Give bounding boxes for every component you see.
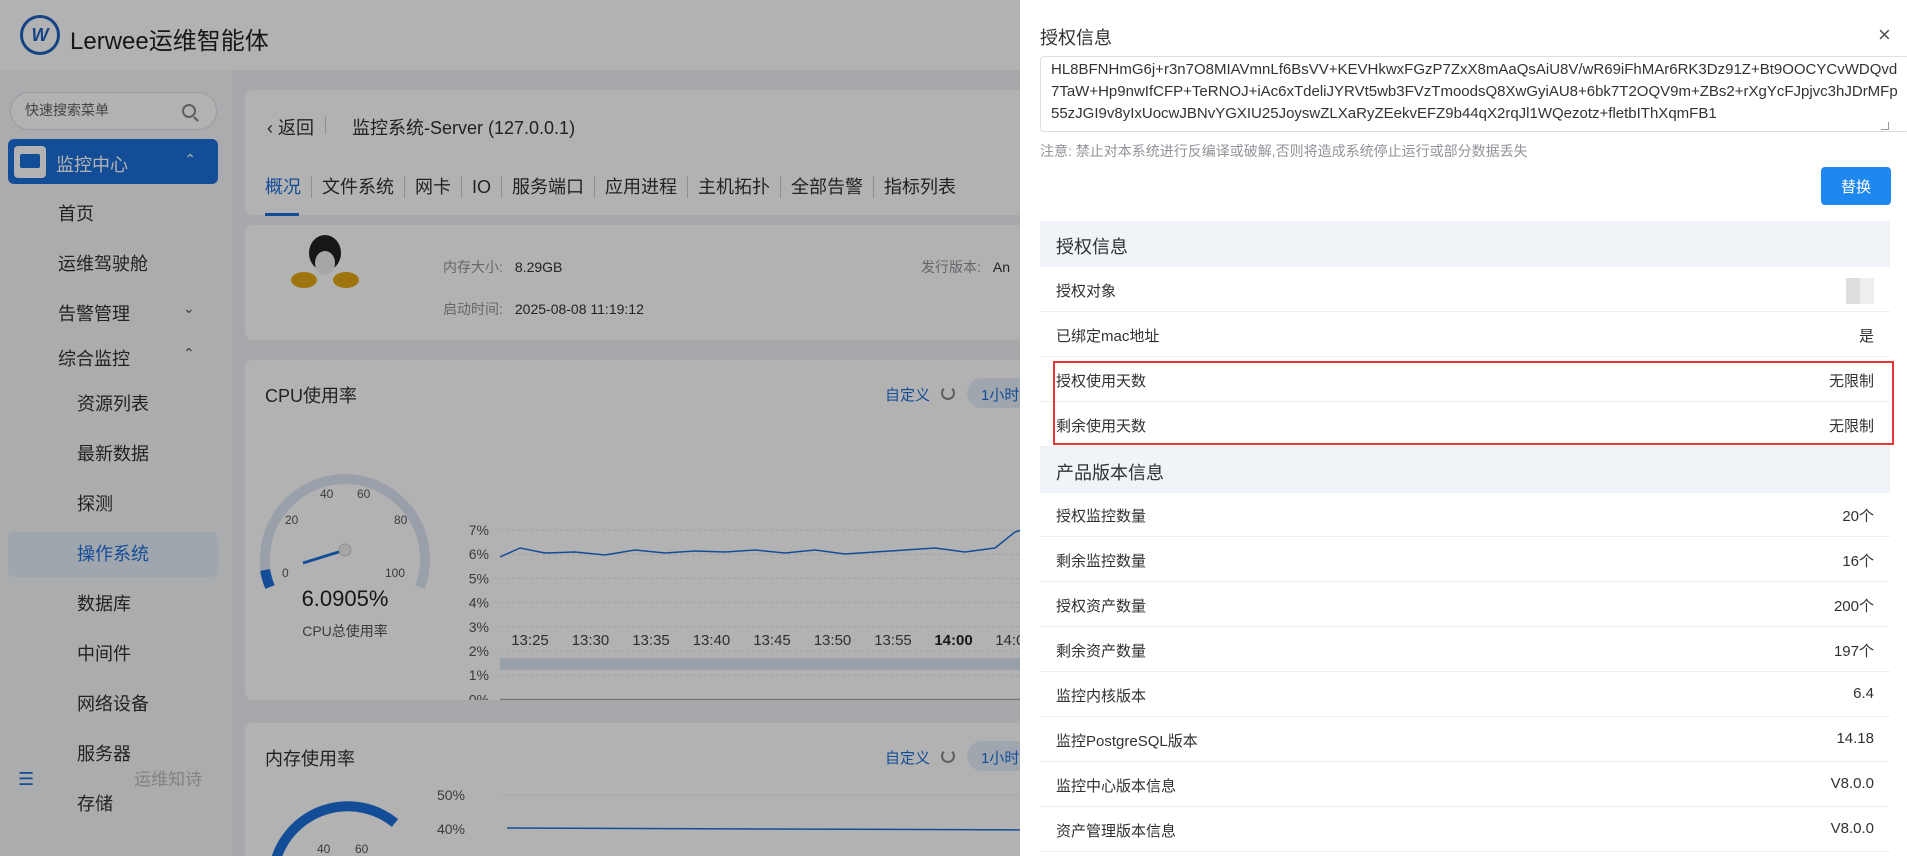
table-row: 已绑定mac地址 是 [1040,312,1890,357]
highlight-box [1053,361,1894,445]
row-label: 剩余监控数量 [1056,553,1147,570]
license-key-textarea[interactable]: HL8BFNHmG6j+r3n7O8MIAVmnLf6BsVV+KEVHkwxF… [1040,56,1907,132]
table-row: 监控中心版本信息 V8.0.0 [1040,762,1890,807]
row-value: 20个 [1842,508,1874,525]
row-label: 资产管理版本信息 [1056,823,1177,840]
row-label: 监控中心版本信息 [1056,778,1177,795]
row-value: 197个 [1833,643,1874,660]
row-label: 授权对象 [1056,283,1117,300]
license-section-title: 授权信息 [1040,221,1890,267]
drawer-title: 授权信息 [1040,28,1112,48]
table-row: 授权资产数量 200个 [1040,582,1890,627]
row-label: 监控PostgreSQL版本 [1056,733,1198,750]
row-label: 监控内核版本 [1056,688,1147,705]
textarea-resize-handle[interactable] [1881,122,1889,130]
table-row: 资产管理版本信息 V8.0.0 [1040,807,1890,852]
replace-button[interactable]: 替换 [1821,167,1891,205]
row-value: V8.0.0 [1830,820,1874,837]
row-label: 已绑定mac地址 [1056,328,1160,345]
warning-notice: 注意: 禁止对本系统进行反编译或破解,否则将造成系统停止运行或部分数据丢失 [1040,143,1528,159]
version-section-title: 产品版本信息 [1040,447,1890,493]
table-row: 监控内核版本 6.4 [1040,672,1890,717]
row-label: 授权监控数量 [1056,508,1147,525]
table-row: 授权监控数量 20个 [1040,492,1890,537]
row-value: 6.4 [1853,685,1874,702]
close-icon[interactable]: × [1878,22,1891,48]
blurred-value [1846,278,1874,304]
table-row: 监控PostgreSQL版本 14.18 [1040,717,1890,762]
table-row: 剩余监控数量 16个 [1040,537,1890,582]
row-value: 14.18 [1836,730,1874,747]
row-value: 16个 [1842,553,1874,570]
row-label: 剩余资产数量 [1056,643,1147,660]
table-row: 授权对象 [1040,267,1890,312]
row-value: V8.0.0 [1830,775,1874,792]
table-row: 剩余资产数量 197个 [1040,627,1890,672]
row-value: 200个 [1833,598,1874,615]
row-value: 是 [1858,328,1874,345]
row-label: 授权资产数量 [1056,598,1147,615]
